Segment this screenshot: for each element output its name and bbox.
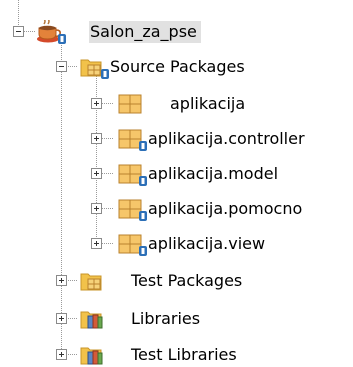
tree-node-label: aplikacija.pomocno bbox=[148, 199, 303, 218]
source-packages-folder-icon bbox=[79, 55, 131, 79]
tree-node-label: aplikacija bbox=[170, 94, 246, 113]
tree-node-label: Libraries bbox=[131, 309, 201, 328]
tree-node-label: Test Packages bbox=[131, 271, 243, 290]
expand-toggle-icon[interactable] bbox=[91, 133, 102, 144]
package-icon bbox=[117, 232, 168, 256]
tree-node-package[interactable]: aplikacija.view bbox=[117, 232, 265, 256]
test-libraries-icon bbox=[79, 343, 131, 367]
tree-node-label: Test Libraries bbox=[131, 345, 237, 364]
expand-toggle-icon[interactable] bbox=[56, 275, 67, 286]
expand-toggle-icon[interactable] bbox=[91, 98, 102, 109]
collapse-toggle-icon[interactable] bbox=[56, 61, 67, 72]
project-tree: Salon_za_pse Source Packages aplikacija … bbox=[0, 0, 353, 367]
package-icon bbox=[117, 162, 168, 186]
tree-node-libraries[interactable]: Libraries bbox=[79, 307, 200, 331]
package-icon bbox=[117, 92, 168, 116]
package-icon bbox=[117, 127, 168, 151]
expand-toggle-icon[interactable] bbox=[91, 203, 102, 214]
tree-node-source-packages[interactable]: Source Packages bbox=[79, 55, 245, 79]
collapse-toggle-icon[interactable] bbox=[13, 26, 24, 37]
expand-toggle-icon[interactable] bbox=[91, 168, 102, 179]
tree-node-package[interactable]: aplikacija.model bbox=[117, 162, 278, 186]
package-icon bbox=[117, 197, 168, 221]
tree-node-package[interactable]: aplikacija.pomocno bbox=[117, 197, 302, 221]
tree-node-label: aplikacija.controller bbox=[148, 129, 305, 148]
coffee-cup-project-icon bbox=[36, 18, 90, 44]
tree-node-test-packages[interactable]: Test Packages bbox=[79, 269, 242, 293]
tree-node-project[interactable]: Salon_za_pse bbox=[36, 18, 201, 44]
tree-node-package[interactable]: aplikacija.controller bbox=[117, 127, 305, 151]
tree-node-package[interactable]: aplikacija bbox=[117, 92, 245, 116]
expand-toggle-icon[interactable] bbox=[56, 313, 67, 324]
tree-node-label: Salon_za_pse bbox=[89, 21, 201, 43]
expand-toggle-icon[interactable] bbox=[56, 349, 67, 360]
expand-toggle-icon[interactable] bbox=[91, 238, 102, 249]
libraries-icon bbox=[79, 307, 131, 331]
test-packages-folder-icon bbox=[79, 269, 131, 293]
tree-node-test-libraries[interactable]: Test Libraries bbox=[79, 343, 237, 367]
